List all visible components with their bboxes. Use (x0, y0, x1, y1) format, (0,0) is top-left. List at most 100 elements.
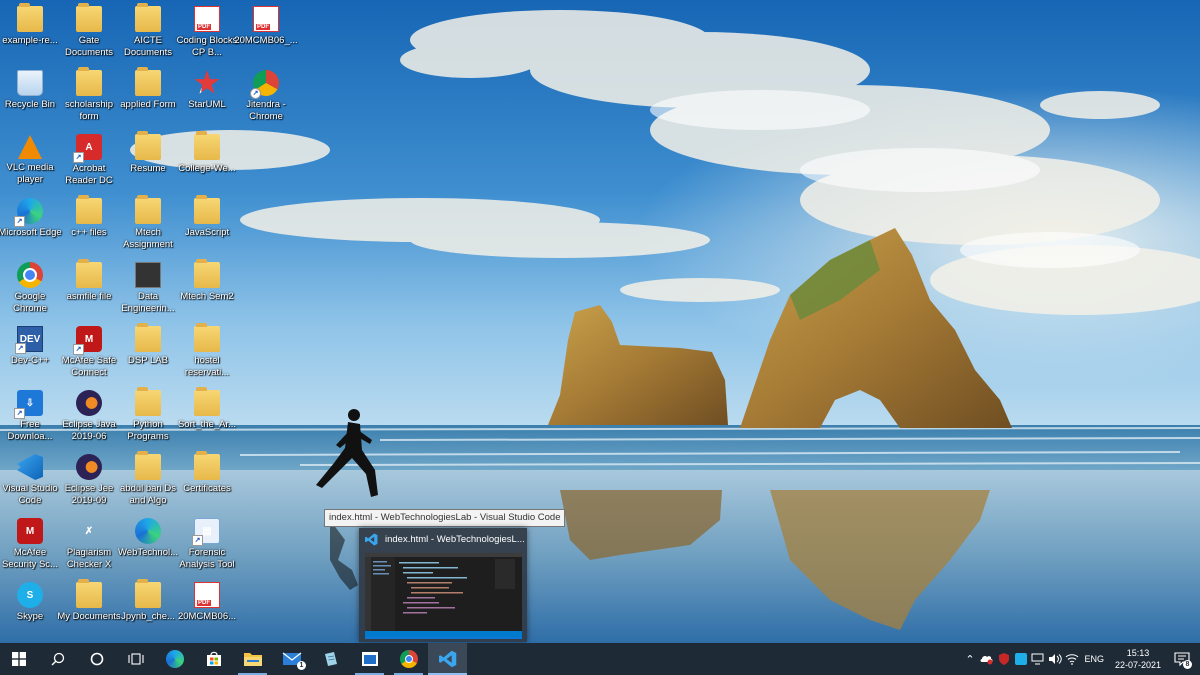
desktop-icon-visual-studio-code[interactable]: Visual Studio Code (0, 450, 60, 512)
desktop-icon-abdul-bari[interactable]: abdul bari Ds and Algo (118, 450, 178, 512)
desktop-icon-google-chrome[interactable]: Google Chrome (0, 258, 60, 320)
desktop-icon-mcafee-security-scan[interactable]: M McAfee Security Sc... (0, 514, 60, 576)
clock[interactable]: 15:13 22-07-2021 (1112, 647, 1164, 671)
mail-taskbar-button[interactable]: 1 (272, 643, 311, 675)
desktop-icon-cpp-files[interactable]: c++ files (59, 194, 119, 256)
desktop-icon-acrobat[interactable]: AAcrobat Reader DC (59, 130, 119, 192)
file-explorer-taskbar-button[interactable] (233, 643, 272, 675)
desktop-icon-20mcmb06-pdf-2[interactable]: ⟡ 20MCMB06... (177, 578, 237, 640)
folder-icon (76, 195, 102, 224)
desktop-icon-sort-the-ar[interactable]: Sort_the_Ar... (177, 386, 237, 448)
folder-icon (76, 3, 102, 32)
desktop-icon-label: 20MCMB06... (177, 611, 237, 622)
desktop-icon-eclipse-jee[interactable]: Eclipse Jee 2019-09 (59, 450, 119, 512)
desktop-icon-asmfile[interactable]: asmfile file (59, 258, 119, 320)
desktop-icon-label: WebTechnol... (117, 547, 179, 558)
desktop-icon-college-we[interactable]: College-We... (177, 130, 237, 192)
edge-taskbar-button[interactable] (155, 643, 194, 675)
desktop-icon-label: Python Programs (127, 419, 169, 442)
desktop-icon-mtech-sem2[interactable]: Mtech Sem2 (177, 258, 237, 320)
store-taskbar-button[interactable] (194, 643, 233, 675)
folder-icon (135, 67, 161, 96)
desktop-icon-plagiarism-checker[interactable]: ✗ Plagiarism Checker X (59, 514, 119, 576)
eclipse-icon (76, 454, 102, 480)
desktop-icon-example-re[interactable]: example-re... (0, 2, 60, 64)
chrome-icon (250, 70, 279, 99)
desktop-icon-recycle-bin[interactable]: Recycle Bin (0, 66, 60, 128)
desktop-icon-free-download[interactable]: ⇩Free Downloa... (0, 386, 60, 448)
desktop-icon-eclipse-java[interactable]: Eclipse Java 2019-06 (59, 386, 119, 448)
taskbar: 1 ⌃ ENG 15:13 22-07-2021 8 (0, 643, 1200, 675)
desktop-icon-label: Certificates (183, 483, 231, 494)
desktop-icon-gate-documents[interactable]: Gate Documents (59, 2, 119, 64)
vlc-icon (18, 135, 42, 159)
desktop-icon-microsoft-edge[interactable]: Microsoft Edge (0, 194, 62, 256)
folder-icon (194, 387, 220, 416)
desktop-icon-label: Acrobat Reader DC (65, 163, 113, 186)
cortana-button[interactable] (77, 643, 116, 675)
language-indicator[interactable]: ENG (1084, 654, 1104, 664)
desktop-icon-label: My Documents (57, 611, 121, 622)
start-button[interactable] (0, 643, 38, 675)
mcafee-tray-button[interactable] (995, 643, 1012, 675)
task-view-button[interactable] (116, 643, 155, 675)
windows-logo-icon (12, 652, 26, 666)
search-button[interactable] (38, 643, 77, 675)
desktop-icon-jitendra-chrome[interactable]: Jitendra - Chrome (236, 66, 296, 128)
desktop-icon-javascript[interactable]: JavaScript (177, 194, 237, 256)
notepad-taskbar-button[interactable] (311, 643, 350, 675)
wifi-tray-button[interactable] (1063, 643, 1080, 675)
desktop-icon-forensic-analysis[interactable]: ▤Forensic Analysis Tool (177, 514, 237, 576)
onedrive-tray-button[interactable] (978, 643, 995, 675)
desktop-icon-label: Microsoft Edge (0, 227, 62, 238)
chrome-icon (17, 262, 43, 288)
desktop-icon-jpynb-che[interactable]: Jpynb_che... (118, 578, 178, 640)
desktop-icon-mcafee-safe-connect[interactable]: MMcAfee Safe Connect (59, 322, 119, 384)
display-tray-button[interactable] (1029, 643, 1046, 675)
desktop-icon-scholarship-form[interactable]: scholarship form (59, 66, 119, 128)
action-center-button[interactable]: 8 (1164, 643, 1200, 675)
desktop-icon-label: Jpynb_che... (121, 611, 175, 622)
chrome-taskbar-button[interactable] (389, 643, 428, 675)
recycle-bin-icon (17, 70, 43, 96)
desktop-icon-label: DSP LAB (128, 355, 168, 366)
code-editor-thumbnail (365, 553, 522, 637)
desktop-icon-hostel-reservation[interactable]: hostel reservati... (177, 322, 237, 384)
desktop-icon-certificates[interactable]: Certificates (177, 450, 237, 512)
vscode-icon (365, 533, 378, 545)
desktop-icon-skype[interactable]: S Skype (0, 578, 60, 640)
desktop-icon-mtech-assignment[interactable]: Mtech Assignment (118, 194, 178, 256)
vscode-icon (17, 454, 43, 480)
desktop-icon-dev-cpp[interactable]: DEVDev-C++ (0, 322, 60, 384)
mcafee-icon: M (17, 518, 43, 544)
window-app-icon (361, 652, 378, 666)
desktop-icon-webtechnol[interactable]: WebTechnol... (118, 514, 178, 576)
desktop-icon-my-documents[interactable]: My Documents (57, 578, 121, 640)
desktop-icon-resume[interactable]: Resume (118, 130, 178, 192)
desktop-icon-coding-blocks[interactable]: ⟡ Coding Blocks CP B... (177, 2, 237, 64)
wifi-icon (1065, 654, 1079, 665)
desktop-icon-label: Dev-C++ (10, 355, 49, 366)
desktop-icon-dsp-lab[interactable]: DSP LAB (118, 322, 178, 384)
download-icon: ⇩ (14, 390, 43, 419)
desktop-icon-data-engineering[interactable]: Data Engineerin... (118, 258, 178, 320)
show-hidden-icons-button[interactable]: ⌃ (961, 643, 978, 675)
desktop-icon-20mcmb06-pdf[interactable]: ⟡ 20MCMB06_... (234, 2, 298, 64)
vscode-window-preview[interactable]: index.html - WebTechnologiesL... (359, 528, 527, 642)
skype-tray-button[interactable] (1012, 643, 1029, 675)
desktop-icon-vlc[interactable]: VLC media player (0, 130, 60, 192)
mcafee-shield-icon (998, 653, 1009, 665)
desktop-icon-staruml[interactable]: StarUML (177, 66, 237, 128)
folder-icon (194, 451, 220, 480)
task-view-icon (127, 653, 144, 665)
speaker-icon (1048, 654, 1062, 664)
vscode-taskbar-button[interactable] (428, 643, 467, 675)
desktop-icon-python-programs[interactable]: Python Programs (118, 386, 178, 448)
volume-tray-button[interactable] (1046, 643, 1063, 675)
desktop-icon-label: Sort_the_Ar... (177, 419, 237, 430)
folder-icon (135, 195, 161, 224)
desktop-icon-aicte-documents[interactable]: AICTE Documents (118, 2, 178, 64)
desktop-icon-applied-form[interactable]: applied Form (118, 66, 178, 128)
desktop-icon-label: McAfee Security Sc... (2, 547, 58, 570)
app-taskbar-button[interactable] (350, 643, 389, 675)
